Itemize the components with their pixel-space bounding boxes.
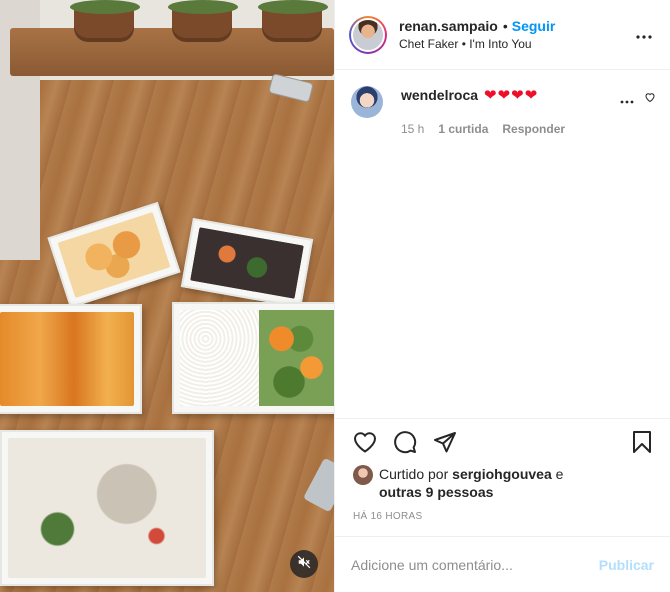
post-sidebar: renan.sampaio • Seguir Chet Faker • I'm … [334,0,670,592]
more-icon [636,26,652,44]
add-comment-bar: Publicar [335,536,670,592]
comment-likes[interactable]: 1 curtida [438,122,488,136]
comment-input[interactable] [351,556,599,573]
separator-dot: • [502,18,508,34]
comment-time[interactable]: 15 h [401,122,424,136]
reply-button[interactable]: Responder [502,122,565,136]
like-button[interactable] [351,430,379,458]
comments-list: wendelroca ❤❤❤❤ 15 h 1 curtida Responder [335,70,670,418]
author-avatar-ring[interactable] [349,15,387,54]
food-container-ceviche [0,430,214,586]
commenter-avatar[interactable] [351,86,383,118]
share-button[interactable] [431,430,459,458]
comment-more-icon[interactable] [620,91,634,107]
comment-heart-icon[interactable] [644,90,656,108]
likes-prefix: Curtido por [379,466,449,482]
share-icon [433,430,457,459]
plant-leaves [168,0,238,14]
commenter-username[interactable]: wendelroca [401,87,478,103]
comment-item: wendelroca ❤❤❤❤ 15 h 1 curtida Responder [351,86,656,136]
post-media[interactable] [0,0,334,592]
follow-button[interactable]: Seguir [512,18,556,34]
bookmark-icon [631,430,653,459]
author-avatar[interactable] [351,17,385,52]
mute-button[interactable] [290,550,318,578]
post-footer: Curtido por sergiohgouvea e outras 9 pes… [335,418,670,592]
action-bar [335,419,670,465]
heart-icon [353,431,377,458]
likes-summary: Curtido por sergiohgouvea e outras 9 pes… [335,465,670,501]
author-username[interactable]: renan.sampaio [399,18,498,34]
more-options-button[interactable] [632,23,656,47]
plant-leaves [258,0,328,14]
post-timestamp[interactable]: HÁ 16 HORAS [335,501,670,536]
plant-leaves [70,0,140,14]
liker-avatar[interactable] [353,465,373,485]
others-likes-link[interactable]: outras 9 pessoas [379,484,493,500]
mute-icon [297,555,311,574]
save-button[interactable] [628,430,656,458]
comment-button[interactable] [391,430,419,458]
comment-icon [393,430,417,459]
post-header: renan.sampaio • Seguir Chet Faker • I'm … [335,0,670,70]
food-container-rice-vegetables [172,302,334,414]
liker-username[interactable]: sergiohgouvea [452,466,552,482]
audio-label[interactable]: Chet Faker • I'm Into You [399,37,632,51]
comment-text: ❤❤❤❤ [484,87,539,104]
food-container-salmon [0,304,142,414]
publish-button[interactable]: Publicar [599,557,654,573]
likes-conj: e [555,466,564,482]
